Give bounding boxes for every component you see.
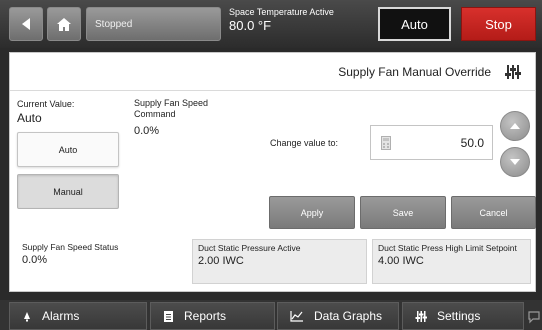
arrow-up-icon bbox=[510, 123, 520, 129]
fan-speed-command-value: 0.0% bbox=[134, 125, 160, 137]
unit-status-indicator[interactable]: Stopped bbox=[86, 7, 221, 41]
page-title: Supply Fan Manual Override bbox=[338, 65, 491, 79]
sliders-icon bbox=[505, 65, 521, 79]
duct-high-limit-setpoint-status[interactable]: Duct Static Press High Limit Setpoint 4.… bbox=[372, 239, 531, 284]
nav-settings-label: Settings bbox=[437, 309, 481, 323]
document-icon bbox=[164, 310, 173, 322]
space-temperature-label: Space Temperature Active bbox=[229, 7, 334, 17]
save-button[interactable]: Save bbox=[360, 196, 446, 229]
duct-high-limit-value: 4.00 IWC bbox=[378, 255, 424, 267]
nav-alarms[interactable]: Alarms bbox=[9, 302, 147, 330]
current-value-label: Current Value: bbox=[17, 99, 75, 109]
nav-alarms-label: Alarms bbox=[42, 309, 80, 323]
space-temperature-readout: Space Temperature Active 80.0 °F bbox=[229, 7, 334, 33]
home-icon bbox=[57, 17, 71, 31]
auto-option-label: Auto bbox=[58, 144, 78, 155]
auto-mode-label: Auto bbox=[401, 16, 428, 32]
stop-button[interactable]: Stop bbox=[461, 7, 536, 41]
nav-data-graphs-label: Data Graphs bbox=[314, 309, 383, 323]
nav-reports[interactable]: Reports bbox=[150, 302, 275, 330]
top-bar: Stopped Space Temperature Active 80.0 °F… bbox=[0, 0, 542, 48]
auto-option-button[interactable]: Auto bbox=[17, 132, 119, 167]
arrow-down-icon bbox=[510, 159, 520, 165]
fan-speed-status-label: Supply Fan Speed Status bbox=[22, 242, 119, 252]
manual-option-label: Manual bbox=[53, 186, 83, 197]
fan-speed-status-value: 0.0% bbox=[22, 254, 48, 266]
nav-settings[interactable]: Settings bbox=[402, 302, 524, 330]
duct-static-pressure-label: Duct Static Pressure Active bbox=[198, 243, 301, 253]
apply-label: Apply bbox=[300, 207, 324, 218]
panel-header: Supply Fan Manual Override bbox=[10, 53, 535, 91]
change-value-input[interactable]: 50.0 bbox=[370, 125, 493, 160]
bell-icon bbox=[24, 311, 30, 321]
duct-static-pressure-status[interactable]: Duct Static Pressure Active 2.00 IWC bbox=[192, 239, 367, 284]
stop-label: Stop bbox=[485, 16, 512, 32]
auto-mode-button[interactable]: Auto bbox=[378, 7, 451, 41]
override-panel: Supply Fan Manual Override Current Value… bbox=[9, 52, 536, 292]
sliders-icon bbox=[415, 310, 427, 322]
apply-button[interactable]: Apply bbox=[269, 196, 355, 229]
chart-icon bbox=[290, 311, 303, 322]
home-button[interactable] bbox=[47, 7, 81, 41]
calculator-icon[interactable] bbox=[381, 136, 391, 150]
fan-speed-status: Supply Fan Speed Status 0.0% bbox=[17, 239, 187, 284]
chat-icon bbox=[528, 311, 540, 324]
change-value-text: 50.0 bbox=[460, 135, 484, 150]
nav-reports-label: Reports bbox=[184, 309, 227, 323]
duct-static-pressure-value: 2.00 IWC bbox=[198, 255, 244, 267]
unit-status-label: Stopped bbox=[95, 18, 133, 30]
save-label: Save bbox=[392, 207, 414, 218]
back-button[interactable] bbox=[9, 7, 43, 41]
nav-data-graphs[interactable]: Data Graphs bbox=[277, 302, 399, 330]
duct-high-limit-label: Duct Static Press High Limit Setpoint bbox=[378, 243, 517, 253]
fan-speed-command-label: Supply Fan Speed Command bbox=[134, 98, 209, 119]
decrement-button[interactable] bbox=[500, 147, 530, 177]
chat-button[interactable] bbox=[527, 304, 542, 330]
bottom-nav: Alarms Reports Data Graphs Settings bbox=[0, 300, 542, 330]
change-value-label: Change value to: bbox=[270, 138, 339, 148]
manual-option-button[interactable]: Manual bbox=[17, 174, 119, 209]
space-temperature-value: 80.0 °F bbox=[229, 18, 272, 33]
cancel-button[interactable]: Cancel bbox=[451, 196, 536, 229]
current-value: Auto bbox=[17, 111, 42, 125]
increment-button[interactable] bbox=[500, 111, 530, 141]
cancel-label: Cancel bbox=[479, 207, 508, 218]
back-arrow-icon bbox=[22, 18, 30, 30]
